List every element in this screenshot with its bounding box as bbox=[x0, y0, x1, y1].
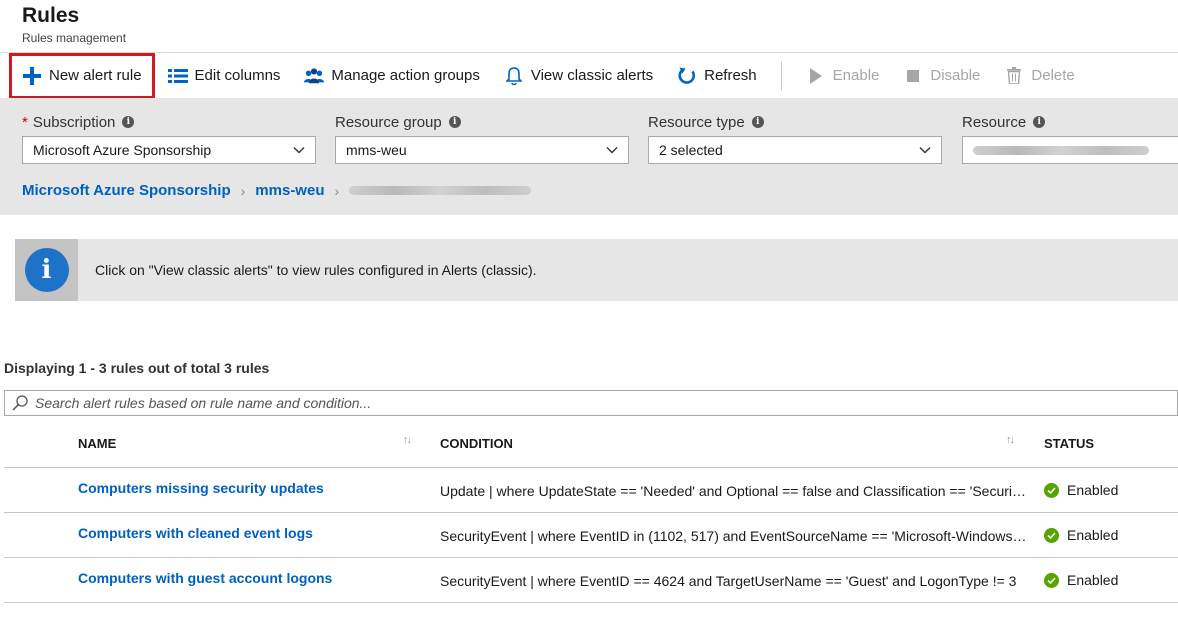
chevron-right-icon: › bbox=[240, 182, 246, 199]
play-icon bbox=[806, 66, 826, 86]
resource-filter: Resource i bbox=[962, 112, 1178, 164]
rules-table: NAME ↑↓ CONDITION ↑↓ STATUS Computers mi… bbox=[4, 420, 1178, 603]
edit-columns-button[interactable]: Edit columns bbox=[156, 53, 293, 99]
sort-icon[interactable]: ↑↓ bbox=[403, 434, 412, 446]
toolbar: New alert rule Edit columns Manage actio… bbox=[0, 52, 1178, 100]
info-banner-text: Click on "View classic alerts" to view r… bbox=[95, 262, 537, 278]
resource-group-label: Resource group i bbox=[335, 112, 629, 132]
resource-group-label-text: Resource group bbox=[335, 113, 442, 131]
subscription-value: Microsoft Azure Sponsorship bbox=[33, 142, 212, 158]
resource-type-label-text: Resource type bbox=[648, 113, 745, 131]
resource-type-value: 2 selected bbox=[659, 142, 723, 158]
chevron-down-icon bbox=[293, 147, 305, 154]
table-row[interactable]: Computers with guest account logons Secu… bbox=[4, 558, 1178, 603]
refresh-label: Refresh bbox=[704, 67, 757, 84]
breadcrumb-resource-group[interactable]: mms-weu bbox=[255, 182, 324, 199]
info-icon[interactable]: i bbox=[751, 116, 764, 128]
view-classic-alerts-button[interactable]: View classic alerts bbox=[492, 53, 665, 99]
toolbar-separator bbox=[780, 61, 782, 90]
rule-condition: SecurityEvent | where EventID == 4624 an… bbox=[440, 573, 1017, 589]
refresh-icon bbox=[677, 66, 697, 86]
refresh-button[interactable]: Refresh bbox=[665, 53, 769, 99]
table-header: NAME ↑↓ CONDITION ↑↓ STATUS bbox=[4, 420, 1178, 468]
rule-name-link[interactable]: Computers missing security updates bbox=[78, 480, 324, 496]
rule-status: Enabled bbox=[1044, 482, 1118, 498]
rule-condition: Update | where UpdateState == 'Needed' a… bbox=[440, 483, 1028, 499]
breadcrumb-subscription[interactable]: Microsoft Azure Sponsorship bbox=[22, 182, 231, 199]
redacted-resource-value bbox=[973, 145, 1149, 155]
redacted-breadcrumb-resource bbox=[349, 186, 532, 195]
rule-name-link[interactable]: Computers with guest account logons bbox=[78, 570, 332, 586]
check-circle-icon bbox=[1044, 482, 1059, 498]
subscription-filter: * Subscription i Microsoft Azure Sponsor… bbox=[22, 112, 316, 164]
table-row[interactable]: Computers missing security updates Updat… bbox=[4, 468, 1178, 513]
subscription-dropdown[interactable]: Microsoft Azure Sponsorship bbox=[22, 136, 316, 164]
breadcrumb: Microsoft Azure Sponsorship › mms-weu › bbox=[22, 182, 532, 199]
subscription-label-text: Subscription bbox=[32, 113, 116, 131]
chevron-right-icon: › bbox=[334, 182, 340, 199]
column-header-name[interactable]: NAME bbox=[78, 436, 116, 451]
resource-label-text: Resource bbox=[962, 113, 1027, 131]
page-subtitle: Rules management bbox=[22, 31, 127, 45]
filter-panel: * Subscription i Microsoft Azure Sponsor… bbox=[0, 98, 1178, 215]
info-icon[interactable]: i bbox=[448, 116, 461, 128]
info-icon: i bbox=[24, 248, 69, 292]
subscription-label: * Subscription i bbox=[22, 112, 316, 132]
rule-condition: SecurityEvent | where EventID in (1102, … bbox=[440, 528, 1028, 544]
plus-icon bbox=[22, 66, 42, 86]
manage-action-groups-button[interactable]: Manage action groups bbox=[292, 53, 491, 99]
edit-columns-label: Edit columns bbox=[194, 67, 281, 84]
new-alert-rule-button[interactable]: New alert rule bbox=[8, 52, 156, 100]
rule-status-text: Enabled bbox=[1067, 572, 1119, 588]
rule-status-text: Enabled bbox=[1067, 527, 1119, 543]
delete-button[interactable]: Delete bbox=[992, 53, 1086, 99]
column-header-condition[interactable]: CONDITION bbox=[440, 436, 513, 451]
users-icon bbox=[304, 66, 325, 86]
info-icon[interactable]: i bbox=[1033, 116, 1046, 128]
disable-label: Disable bbox=[930, 67, 981, 84]
search-icon bbox=[11, 394, 29, 412]
resource-type-filter: Resource type i 2 selected bbox=[648, 112, 942, 164]
results-summary: Displaying 1 - 3 rules out of total 3 ru… bbox=[4, 360, 270, 376]
rule-name-link[interactable]: Computers with cleaned event logs bbox=[78, 525, 313, 541]
page-title: Rules bbox=[22, 4, 80, 27]
required-marker: * bbox=[22, 113, 28, 131]
stop-icon bbox=[903, 66, 923, 86]
table-row[interactable]: Computers with cleaned event logs Securi… bbox=[4, 513, 1178, 558]
resource-label: Resource i bbox=[962, 112, 1178, 132]
trash-icon bbox=[1004, 66, 1024, 86]
info-banner: i Click on "View classic alerts" to view… bbox=[15, 239, 1178, 301]
info-banner-icon-box: i bbox=[15, 239, 78, 301]
enable-button[interactable]: Enable bbox=[794, 53, 892, 99]
sort-icon[interactable]: ↑↓ bbox=[1006, 434, 1015, 446]
check-circle-icon bbox=[1044, 527, 1059, 543]
resource-type-label: Resource type i bbox=[648, 112, 942, 132]
chevron-down-icon bbox=[919, 147, 931, 154]
search-input[interactable]: Search alert rules based on rule name an… bbox=[4, 390, 1178, 416]
rule-status-text: Enabled bbox=[1067, 482, 1119, 498]
disable-button[interactable]: Disable bbox=[891, 53, 992, 99]
rule-status: Enabled bbox=[1044, 572, 1118, 588]
columns-icon bbox=[167, 66, 188, 86]
resource-group-filter: Resource group i mms-weu bbox=[335, 112, 629, 164]
view-classic-alerts-label: View classic alerts bbox=[530, 67, 654, 84]
new-alert-rule-label: New alert rule bbox=[49, 67, 142, 84]
check-circle-icon bbox=[1044, 572, 1059, 588]
resource-group-value: mms-weu bbox=[346, 142, 407, 158]
search-placeholder: Search alert rules based on rule name an… bbox=[35, 395, 372, 411]
resource-group-dropdown[interactable]: mms-weu bbox=[335, 136, 629, 164]
resource-dropdown[interactable] bbox=[962, 136, 1178, 164]
chevron-down-icon bbox=[606, 147, 618, 154]
manage-action-groups-label: Manage action groups bbox=[331, 67, 480, 84]
resource-type-dropdown[interactable]: 2 selected bbox=[648, 136, 942, 164]
enable-label: Enable bbox=[832, 67, 880, 84]
bell-icon bbox=[504, 66, 524, 86]
column-header-status[interactable]: STATUS bbox=[1044, 436, 1094, 451]
rule-status: Enabled bbox=[1044, 527, 1118, 543]
info-icon[interactable]: i bbox=[122, 116, 135, 128]
delete-label: Delete bbox=[1031, 67, 1075, 84]
